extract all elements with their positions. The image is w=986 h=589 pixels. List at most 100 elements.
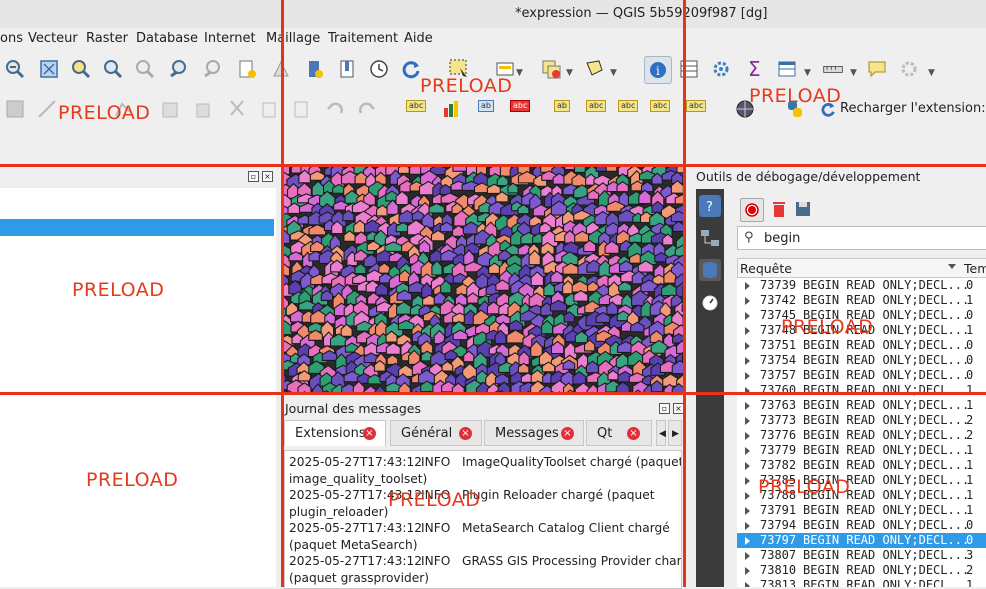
request-row[interactable]: 73751 BEGIN READ ONLY;DECL... 0 bbox=[737, 338, 986, 353]
menu-traitement[interactable]: Traitement bbox=[328, 31, 398, 46]
zoom-out-icon[interactable] bbox=[4, 58, 26, 80]
save-log-icon[interactable] bbox=[792, 198, 814, 220]
request-row[interactable]: 73757 BEGIN READ ONLY;DECL... 0 bbox=[737, 368, 986, 383]
temporal-controller-icon[interactable] bbox=[368, 58, 390, 80]
tab-scroll-right-icon[interactable]: ▶ bbox=[668, 420, 682, 446]
menu-raster[interactable]: Raster bbox=[86, 31, 128, 46]
label-highlight-icon[interactable]: ab bbox=[478, 100, 494, 112]
request-row[interactable]: 73742 BEGIN READ ONLY;DECL... 1 bbox=[737, 293, 986, 308]
chevron-down-icon[interactable]: ▼ bbox=[566, 68, 573, 78]
new-bookmark-icon[interactable] bbox=[236, 58, 258, 80]
network-icon[interactable] bbox=[699, 227, 721, 249]
tab-qt[interactable]: Qt × bbox=[586, 420, 652, 446]
close-icon[interactable]: × bbox=[262, 171, 273, 182]
request-row[interactable]: 73754 BEGIN READ ONLY;DECL... 0 bbox=[737, 353, 986, 368]
close-icon[interactable]: × bbox=[561, 427, 574, 440]
expand-arrow-icon[interactable] bbox=[745, 432, 750, 440]
expand-arrow-icon[interactable] bbox=[745, 327, 750, 335]
tab-messages[interactable]: Messages × bbox=[484, 420, 584, 446]
expand-arrow-icon[interactable] bbox=[745, 282, 750, 290]
request-row[interactable]: 73763 BEGIN READ ONLY;DECL... 1 bbox=[737, 398, 986, 413]
expand-arrow-icon[interactable] bbox=[745, 312, 750, 320]
zoom-selection-icon[interactable] bbox=[70, 58, 92, 80]
processing-gear-icon[interactable] bbox=[898, 58, 920, 80]
column-header-time[interactable]: Tem bbox=[964, 261, 986, 276]
label-change-icon[interactable]: abc bbox=[686, 100, 707, 112]
float-icon[interactable]: ▫ bbox=[659, 403, 670, 414]
tab-general[interactable]: Général × bbox=[390, 420, 482, 446]
clear-log-icon[interactable] bbox=[768, 198, 790, 220]
column-header-request[interactable]: Requête bbox=[740, 261, 792, 276]
menu-maillage[interactable]: Maillage bbox=[266, 31, 320, 46]
expand-arrow-icon[interactable] bbox=[745, 507, 750, 515]
cut-icon[interactable] bbox=[226, 98, 248, 120]
close-icon[interactable]: × bbox=[363, 427, 376, 440]
close-icon[interactable]: × bbox=[459, 427, 472, 440]
label-pin-icon[interactable]: abc bbox=[510, 100, 531, 112]
expand-arrow-icon[interactable] bbox=[745, 402, 750, 410]
request-row[interactable]: 73760 BEGIN READ ONLY;DECL... 1 bbox=[737, 383, 986, 398]
copy-icon[interactable] bbox=[258, 98, 280, 120]
chevron-down-icon[interactable]: ▼ bbox=[804, 68, 811, 78]
expand-arrow-icon[interactable] bbox=[745, 447, 750, 455]
save-edits-icon[interactable] bbox=[4, 98, 26, 120]
settings-icon[interactable] bbox=[710, 58, 732, 80]
map-canvas[interactable] bbox=[281, 166, 684, 392]
label-diagram-icon[interactable] bbox=[440, 98, 462, 120]
request-row[interactable]: 73739 BEGIN READ ONLY;DECL... 0 bbox=[737, 278, 986, 293]
filter-search-input[interactable]: ⚲ begin bbox=[737, 226, 986, 250]
spatial-bookmark-icon[interactable] bbox=[304, 58, 326, 80]
measure-table-icon[interactable] bbox=[678, 58, 700, 80]
request-row[interactable]: 73810 BEGIN READ ONLY;DECL... 2 bbox=[737, 563, 986, 578]
label-layer-icon[interactable]: abc bbox=[406, 100, 427, 112]
select-location-icon[interactable] bbox=[584, 58, 606, 80]
expand-arrow-icon[interactable] bbox=[745, 297, 750, 305]
request-row[interactable]: 73813 BEGIN READ ONLY;DECL... 1 bbox=[737, 578, 986, 587]
expand-arrow-icon[interactable] bbox=[745, 537, 750, 545]
expand-arrow-icon[interactable] bbox=[745, 477, 750, 485]
float-icon[interactable]: ▫ bbox=[248, 171, 259, 182]
label-show-hide-icon[interactable]: abc bbox=[586, 100, 607, 112]
request-row[interactable]: 73779 BEGIN READ ONLY;DECL... 1 bbox=[737, 443, 986, 458]
map-tips-icon[interactable] bbox=[866, 58, 888, 80]
expand-arrow-icon[interactable] bbox=[745, 462, 750, 470]
chevron-down-icon[interactable]: ▼ bbox=[516, 68, 523, 78]
measure-ruler-icon[interactable] bbox=[820, 58, 846, 80]
expand-arrow-icon[interactable] bbox=[745, 417, 750, 425]
zoom-next-icon[interactable] bbox=[202, 58, 224, 80]
help-icon[interactable]: ? bbox=[699, 195, 721, 217]
expand-arrow-icon[interactable] bbox=[745, 522, 750, 530]
selected-layer-row[interactable] bbox=[0, 219, 274, 236]
chevron-down-icon[interactable]: ▼ bbox=[610, 68, 617, 78]
menu-plugins[interactable]: ons bbox=[0, 31, 23, 46]
request-row[interactable]: 73773 BEGIN READ ONLY;DECL... 2 bbox=[737, 413, 986, 428]
reload-plugin-button[interactable]: Recharger l'extension: ima bbox=[840, 101, 986, 116]
label-rotate-icon[interactable]: abc bbox=[650, 100, 671, 112]
expand-arrow-icon[interactable] bbox=[745, 357, 750, 365]
zoom-last-icon[interactable] bbox=[168, 58, 190, 80]
identify-icon[interactable]: i bbox=[644, 56, 672, 84]
request-row[interactable]: 73797 BEGIN READ ONLY;DECL... 0 bbox=[737, 533, 986, 548]
zoom-native-icon[interactable] bbox=[134, 58, 156, 80]
chevron-down-icon[interactable]: ▼ bbox=[850, 68, 857, 78]
attribute-table-icon[interactable] bbox=[776, 58, 798, 80]
bookmark-icon[interactable] bbox=[336, 58, 358, 80]
database-icon[interactable] bbox=[699, 259, 721, 281]
expand-arrow-icon[interactable] bbox=[745, 492, 750, 500]
menu-internet[interactable]: Internet bbox=[204, 31, 256, 46]
modify-attributes-icon[interactable] bbox=[160, 98, 182, 120]
paste-icon[interactable] bbox=[290, 98, 312, 120]
expand-arrow-icon[interactable] bbox=[745, 567, 750, 575]
menu-vecteur[interactable]: Vecteur bbox=[28, 31, 78, 46]
tab-scroll-left-icon[interactable]: ◀ bbox=[656, 420, 666, 446]
redo-icon[interactable] bbox=[356, 98, 378, 120]
expand-arrow-icon[interactable] bbox=[745, 372, 750, 380]
expand-arrow-icon[interactable] bbox=[745, 342, 750, 350]
refresh-icon[interactable] bbox=[400, 58, 422, 80]
delete-selected-icon[interactable] bbox=[192, 98, 214, 120]
request-row[interactable]: 73794 BEGIN READ ONLY;DECL... 0 bbox=[737, 518, 986, 533]
request-row[interactable]: 73782 BEGIN READ ONLY;DECL... 1 bbox=[737, 458, 986, 473]
expand-arrow-icon[interactable] bbox=[745, 552, 750, 560]
request-row[interactable]: 73776 BEGIN READ ONLY;DECL... 2 bbox=[737, 428, 986, 443]
profiler-timer-icon[interactable] bbox=[699, 291, 721, 313]
